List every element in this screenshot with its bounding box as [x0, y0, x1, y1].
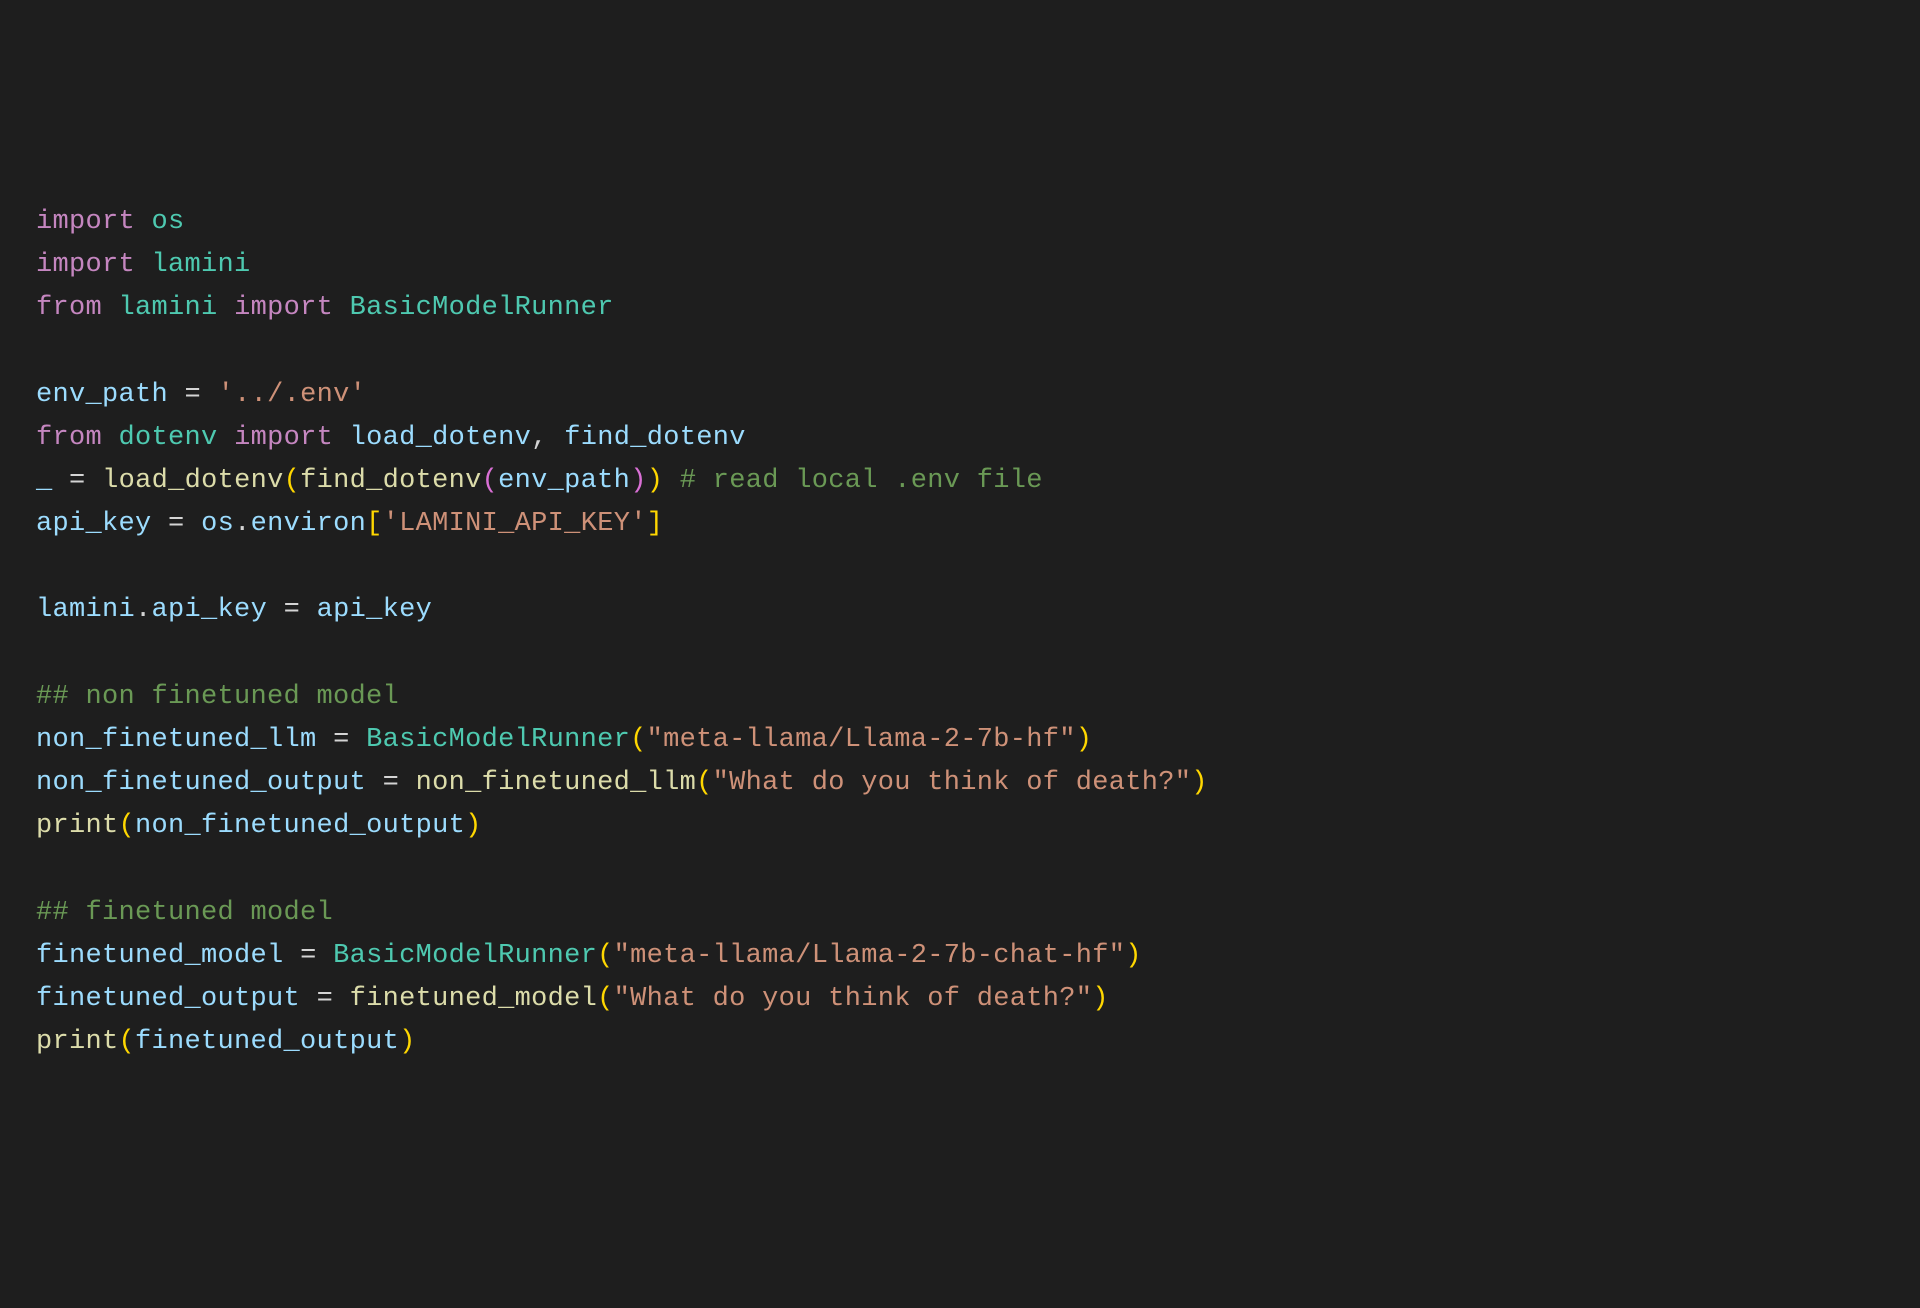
class-basicmodelrunner: BasicModelRunner	[350, 293, 614, 323]
code-line: import lamini	[36, 244, 1884, 287]
keyword-from: from	[36, 423, 102, 453]
attr-environ: environ	[251, 509, 367, 539]
code-line: from lamini import BasicModelRunner	[36, 287, 1884, 330]
module-dotenv: dotenv	[119, 423, 218, 453]
operator-assign: =	[300, 941, 317, 971]
fn-find-dotenv: find_dotenv	[300, 466, 482, 496]
paren-open: (	[119, 1027, 136, 1057]
fn-print: print	[36, 1027, 119, 1057]
var-finetuned-output: finetuned_output	[135, 1027, 399, 1057]
string-literal: "meta-llama/Llama-2-7b-hf"	[647, 725, 1076, 755]
module-lamini: lamini	[119, 293, 218, 323]
fn-print: print	[36, 811, 119, 841]
string-literal: "What do you think of death?"	[614, 984, 1093, 1014]
keyword-from: from	[36, 293, 102, 323]
comment: ## finetuned model	[36, 898, 333, 928]
paren-close: )	[647, 466, 664, 496]
var-lamini: lamini	[36, 595, 135, 625]
module-os: os	[152, 207, 185, 237]
code-line: print(non_finetuned_output)	[36, 805, 1884, 848]
paren-open: (	[597, 941, 614, 971]
var-finetuned-model: finetuned_model	[36, 941, 284, 971]
paren-open: (	[630, 725, 647, 755]
keyword-import: import	[36, 207, 135, 237]
comment: ## non finetuned model	[36, 682, 399, 712]
var-env-path: env_path	[498, 466, 630, 496]
code-editor[interactable]: import osimport laminifrom lamini import…	[36, 201, 1884, 1065]
bracket-open: [	[366, 509, 383, 539]
paren-close: )	[1125, 941, 1142, 971]
blank-line	[36, 849, 1884, 892]
code-line: ## finetuned model	[36, 892, 1884, 935]
code-line: finetuned_output = finetuned_model("What…	[36, 978, 1884, 1021]
class-basicmodelrunner: BasicModelRunner	[333, 941, 597, 971]
paren-open: (	[597, 984, 614, 1014]
var-non-finetuned-output: non_finetuned_output	[135, 811, 465, 841]
blank-line	[36, 633, 1884, 676]
operator-assign: =	[69, 466, 86, 496]
paren-open: (	[119, 811, 136, 841]
operator-assign: =	[185, 380, 202, 410]
string-literal: "meta-llama/Llama-2-7b-chat-hf"	[614, 941, 1126, 971]
code-line: non_finetuned_output = non_finetuned_llm…	[36, 762, 1884, 805]
var-env-path: env_path	[36, 380, 168, 410]
var-non-finetuned-output: non_finetuned_output	[36, 768, 366, 798]
call-finetuned-model: finetuned_model	[350, 984, 598, 1014]
code-line: non_finetuned_llm = BasicModelRunner("me…	[36, 719, 1884, 762]
operator-assign: =	[168, 509, 185, 539]
bracket-close: ]	[647, 509, 664, 539]
code-line: ## non finetuned model	[36, 676, 1884, 719]
call-non-finetuned-llm: non_finetuned_llm	[416, 768, 697, 798]
fn-load-dotenv: load_dotenv	[102, 466, 284, 496]
code-line: print(finetuned_output)	[36, 1021, 1884, 1064]
var-api-key: api_key	[36, 509, 152, 539]
import-find-dotenv: find_dotenv	[564, 423, 746, 453]
operator-assign: =	[333, 725, 350, 755]
operator-assign: =	[284, 595, 301, 625]
string-literal: "What do you think of death?"	[713, 768, 1192, 798]
paren-open: (	[482, 466, 499, 496]
operator-assign: =	[317, 984, 334, 1014]
string-literal: 'LAMINI_API_KEY'	[383, 509, 647, 539]
string-literal: '../.env'	[218, 380, 367, 410]
comma: ,	[531, 423, 548, 453]
blank-line	[36, 546, 1884, 589]
code-line: lamini.api_key = api_key	[36, 589, 1884, 632]
var-api-key: api_key	[317, 595, 433, 625]
dot: .	[135, 595, 152, 625]
dot: .	[234, 509, 251, 539]
paren-close: )	[465, 811, 482, 841]
code-line: from dotenv import load_dotenv, find_dot…	[36, 417, 1884, 460]
code-line: env_path = '../.env'	[36, 374, 1884, 417]
comment: # read local .env file	[680, 466, 1043, 496]
var-underscore: _	[36, 466, 53, 496]
paren-open: (	[284, 466, 301, 496]
blank-line	[36, 330, 1884, 373]
code-line: import os	[36, 201, 1884, 244]
paren-close: )	[1092, 984, 1109, 1014]
operator-assign: =	[383, 768, 400, 798]
paren-open: (	[696, 768, 713, 798]
var-non-finetuned-llm: non_finetuned_llm	[36, 725, 317, 755]
code-line: _ = load_dotenv(find_dotenv(env_path)) #…	[36, 460, 1884, 503]
var-finetuned-output: finetuned_output	[36, 984, 300, 1014]
attr-api-key: api_key	[152, 595, 268, 625]
import-load-dotenv: load_dotenv	[350, 423, 532, 453]
var-os: os	[201, 509, 234, 539]
code-line: api_key = os.environ['LAMINI_API_KEY']	[36, 503, 1884, 546]
module-lamini: lamini	[152, 250, 251, 280]
keyword-import: import	[234, 423, 333, 453]
paren-close: )	[399, 1027, 416, 1057]
keyword-import: import	[234, 293, 333, 323]
paren-close: )	[630, 466, 647, 496]
keyword-import: import	[36, 250, 135, 280]
paren-close: )	[1076, 725, 1093, 755]
code-line: finetuned_model = BasicModelRunner("meta…	[36, 935, 1884, 978]
class-basicmodelrunner: BasicModelRunner	[366, 725, 630, 755]
paren-close: )	[1191, 768, 1208, 798]
